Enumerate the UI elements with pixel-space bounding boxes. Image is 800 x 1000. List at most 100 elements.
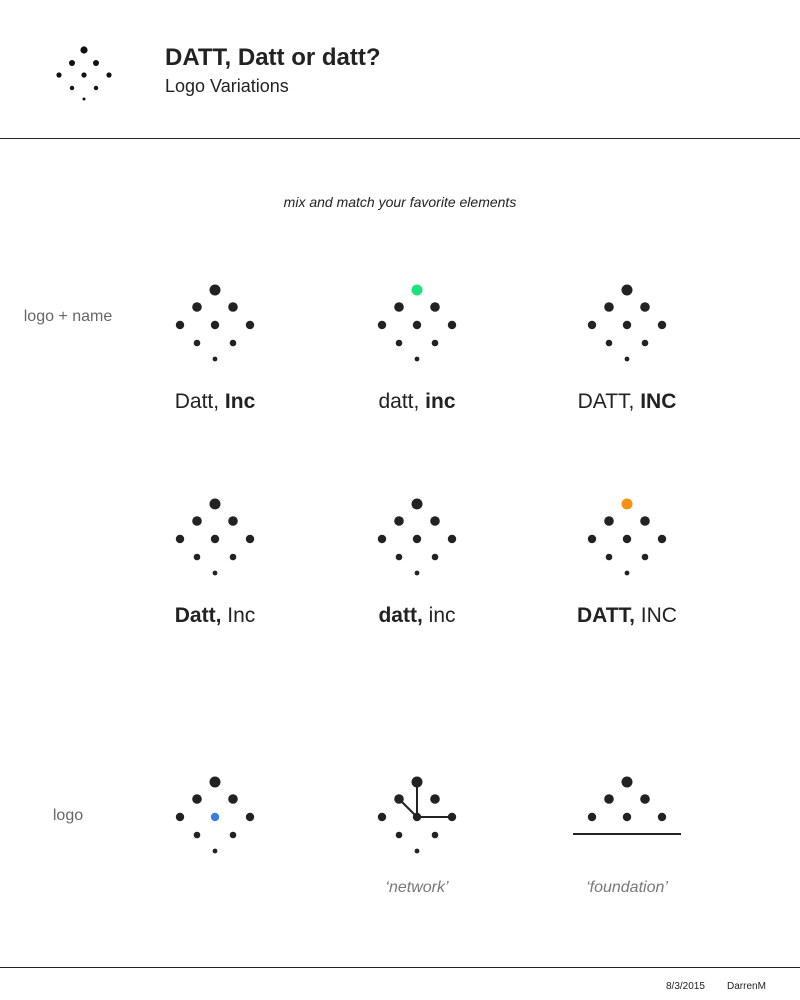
name-bold: DATT, [577, 604, 641, 627]
logo-variant-5-icon [377, 498, 457, 576]
dot-top [209, 284, 221, 296]
row-label-logo-name: logo + name [23, 308, 113, 325]
footer-divider [0, 967, 800, 968]
footer-author: DarrenM [727, 981, 766, 992]
dot-top [209, 776, 221, 788]
dot-outer-right [657, 812, 667, 822]
dot-mid-left [192, 794, 202, 804]
dot-top [411, 776, 423, 788]
name-variant-3: DATT, INC [527, 390, 727, 414]
dot-bottom [414, 848, 420, 854]
header-divider [0, 138, 800, 139]
dot-low-right [431, 831, 439, 839]
dot-low-right [641, 553, 649, 561]
dot-low-left [395, 831, 403, 839]
dot-low-right [431, 553, 439, 561]
dot-mid-right [228, 794, 238, 804]
dot-outer-right [447, 320, 457, 330]
dot-outer-left [587, 534, 597, 544]
dot-outer-right [245, 534, 255, 544]
dot-center [622, 534, 632, 544]
dot-low-right [229, 339, 237, 347]
dot-mid-right [430, 516, 440, 526]
dot-top [621, 776, 633, 788]
dot-outer-left [175, 320, 185, 330]
dot-mid-right [640, 516, 650, 526]
dot-low-right [229, 553, 237, 561]
dot-outer-right [245, 320, 255, 330]
name-variant-1: Datt, Inc [115, 390, 315, 414]
dot-low-left [395, 339, 403, 347]
logo-blue-center-icon [175, 776, 255, 854]
dot-outer-right [657, 534, 667, 544]
name-regular: INC [640, 604, 677, 627]
dot-center [622, 320, 632, 330]
dot-bottom [414, 356, 420, 362]
dot-center [210, 534, 220, 544]
name-variant-5: datt, inc [317, 604, 517, 628]
logo-foundation-icon [573, 776, 681, 835]
dot-mid-left [394, 794, 404, 804]
dot-low-right [641, 339, 649, 347]
caption-foundation: ‘foundation’ [586, 879, 668, 896]
dot-low-left [193, 553, 201, 561]
dot-bottom [212, 570, 218, 576]
dot-top [411, 498, 423, 510]
dot-center [412, 812, 422, 822]
dot-bottom [212, 356, 218, 362]
name-regular: DATT, [577, 390, 641, 413]
name-regular: Datt, [174, 390, 225, 413]
dot-top [621, 498, 633, 510]
dot-outer-left [377, 812, 387, 822]
logo-variant-6-icon [587, 498, 667, 576]
header-logo-icon [56, 46, 112, 101]
caption-network: ‘network’ [385, 879, 449, 896]
dot-mid-left [604, 516, 614, 526]
dot-low-left [395, 553, 403, 561]
dot-outer-left [377, 534, 387, 544]
dot-low-left [605, 339, 613, 347]
dot-outer-right [447, 534, 457, 544]
dot-mid-left [394, 516, 404, 526]
dot-low-right [229, 831, 237, 839]
dot-mid-right [640, 794, 650, 804]
logo-network-icon [377, 776, 457, 854]
dot-top [621, 284, 633, 296]
page-title: DATT, Datt or datt? [165, 44, 381, 71]
dot-outer-left [377, 320, 387, 330]
dot-mid-left [192, 516, 202, 526]
name-regular: datt, [378, 390, 426, 413]
name-variant-2: datt, inc [317, 390, 517, 414]
logo-variant-4-icon [175, 498, 255, 576]
dot-center [210, 320, 220, 330]
dot-low-right [431, 339, 439, 347]
dot-outer-left [587, 320, 597, 330]
dot-mid-right [228, 516, 238, 526]
name-bold: INC [640, 390, 677, 413]
dot-center [622, 812, 632, 822]
name-bold: Inc [224, 390, 256, 413]
dot-top [209, 498, 221, 510]
dot-low-left [193, 339, 201, 347]
dot-outer-right [447, 812, 457, 822]
dot-mid-right [430, 794, 440, 804]
dot-mid-left [604, 302, 614, 312]
page-subtitle: Logo Variations [165, 76, 289, 96]
dot-outer-left [175, 534, 185, 544]
dot-outer-right [245, 812, 255, 822]
name-bold: inc [425, 390, 456, 413]
dot-low-left [193, 831, 201, 839]
row-label-logo: logo [52, 807, 84, 824]
tagline: mix and match your favorite elements [283, 194, 517, 210]
dot-mid-left [394, 302, 404, 312]
dot-mid-right [430, 302, 440, 312]
dot-top [411, 284, 423, 296]
name-bold: datt, [378, 604, 429, 627]
footer-date: 8/3/2015 [666, 981, 705, 992]
dot-center [210, 812, 220, 822]
dot-low-left [605, 553, 613, 561]
dot-outer-right [657, 320, 667, 330]
logo-variant-2-icon [377, 284, 457, 362]
logo-variant-1-icon [175, 284, 255, 362]
dot-center [412, 534, 422, 544]
